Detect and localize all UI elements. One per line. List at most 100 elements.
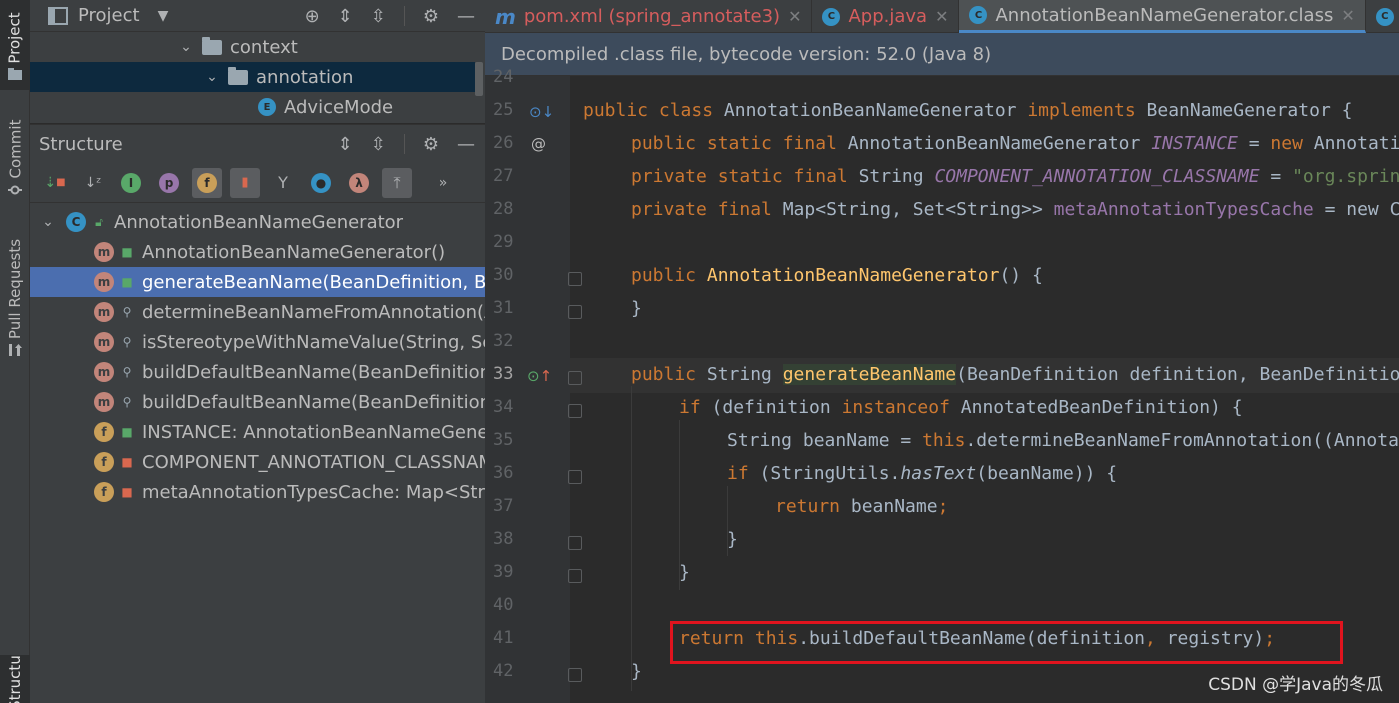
method-icon: m [94, 392, 114, 412]
fold-marker[interactable] [568, 668, 582, 682]
annotation-gutter-icon[interactable]: @ [531, 135, 546, 153]
tree-item-annotation[interactable]: ⌄ annotation [30, 62, 475, 92]
chevron-down-icon[interactable]: ⌄ [202, 69, 222, 85]
folder-icon [8, 68, 22, 80]
minimize-icon[interactable]: — [457, 134, 475, 155]
more-icon[interactable]: » [428, 168, 458, 198]
sort-alphabetically-icon[interactable]: ↓ᶻ [78, 168, 108, 198]
line-number: 37 [493, 496, 514, 516]
structure-member[interactable]: f ■ metaAnnotationTypesCache: Map<String… [30, 477, 485, 507]
line-number: 38 [493, 529, 514, 549]
tree-item-advicemode[interactable]: E AdviceMode [258, 92, 393, 122]
pull-requests-tool-tab[interactable]: Pull Requests [0, 230, 30, 365]
folder-icon [228, 66, 248, 85]
line-number: 41 [493, 628, 514, 648]
structure-member[interactable]: m ⚲ buildDefaultBeanName(BeanDefinition)… [30, 387, 485, 417]
line-number: 24 [493, 67, 514, 87]
structure-tool-tab[interactable]: Structure [0, 655, 30, 703]
structure-member-label: buildDefaultBeanName(BeanDefinition, Bea… [142, 361, 485, 383]
close-icon[interactable]: ✕ [788, 7, 801, 26]
chevron-down-icon[interactable]: ▼ [158, 8, 169, 24]
fold-marker[interactable] [568, 536, 582, 550]
tab-app-java[interactable]: C App.java ✕ [812, 0, 960, 33]
code-line-42: } [631, 661, 642, 682]
chevron-down-icon[interactable]: ⌄ [38, 214, 58, 230]
structure-panel-title: Structure [39, 133, 123, 155]
line-number: 39 [493, 562, 514, 582]
locate-icon[interactable]: ⊕ [305, 6, 320, 27]
line-number: 25 [493, 100, 514, 120]
tree-item-context[interactable]: ⌄ context [176, 32, 298, 62]
method-icon: m [94, 272, 114, 292]
structure-member[interactable]: m ⚲ determineBeanNameFromAnnotation(Anno… [30, 297, 485, 327]
structure-panel-actions: ⇕ ⇳ ⚙ — [338, 125, 475, 163]
autoscroll-from-source-icon[interactable]: ⤒ [382, 167, 412, 198]
highlight-box [670, 621, 1343, 664]
line-number: 27 [493, 166, 514, 186]
project-panel-actions: ⊕ ⇕ ⇳ ⚙ — [305, 0, 475, 32]
expand-all-icon[interactable]: ⇕ [338, 134, 353, 155]
expand-all-icon[interactable]: ⇕ [338, 6, 353, 27]
package-visibility-icon: ⚲ [122, 305, 132, 319]
project-view-icon [48, 6, 68, 25]
tab-label: pom.xml (spring_annotate3) [523, 6, 781, 27]
public-visibility-icon: 🔓︎ [95, 214, 103, 229]
tab-overflow[interactable]: C [1366, 0, 1399, 33]
gear-icon[interactable]: ⚙ [423, 134, 439, 155]
structure-member-selected[interactable]: m ■ generateBeanName(BeanDefinition, Bea… [30, 267, 485, 297]
project-tool-tab[interactable]: Project [0, 0, 30, 90]
show-properties-icon[interactable]: p [154, 168, 184, 198]
structure-member-label: INSTANCE: AnnotationBeanNameGenerator [142, 421, 485, 443]
tab-pom-xml[interactable]: m pom.xml (spring_annotate3) ✕ [485, 0, 813, 33]
sort-by-visibility-icon[interactable]: ⇣ ■ [40, 168, 70, 198]
override-gutter-icon[interactable]: ⊙↑ [527, 367, 552, 385]
code-editor[interactable]: public class AnnotationBeanNameGenerator… [570, 76, 1399, 703]
project-scrollbar[interactable] [475, 62, 483, 96]
structure-member-label: metaAnnotationTypesCache: Map<String, Se… [142, 481, 485, 503]
fold-marker[interactable] [568, 305, 582, 319]
code-line-28: private final Map<String, Set<String>> m… [631, 199, 1399, 220]
implements-gutter-icon[interactable]: ⊙↓ [529, 103, 554, 121]
code-line-34: if (definition instanceof AnnotatedBeanD… [679, 397, 1243, 418]
structure-root[interactable]: ⌄ C 🔓︎ AnnotationBeanNameGenerator [30, 207, 485, 237]
minimize-icon[interactable]: — [457, 6, 475, 27]
toolbar-divider [403, 6, 405, 26]
line-number: 35 [493, 430, 514, 450]
structure-member[interactable]: m ⚲ buildDefaultBeanName(BeanDefinition,… [30, 357, 485, 387]
field-icon: f [94, 452, 114, 472]
show-non-public-icon[interactable]: ▮ [230, 167, 260, 198]
commit-tool-tab[interactable]: Commit [0, 112, 30, 202]
structure-member[interactable]: m ■ AnnotationBeanNameGenerator() [30, 237, 485, 267]
code-line-37: return beanName; [775, 496, 949, 517]
enum-icon: E [258, 98, 276, 116]
close-icon[interactable]: ✕ [1341, 6, 1354, 25]
commit-icon [8, 185, 22, 195]
gear-icon[interactable]: ⚙ [423, 6, 439, 27]
structure-member[interactable]: f ■ INSTANCE: AnnotationBeanNameGenerato… [30, 417, 485, 447]
structure-member-label: AnnotationBeanNameGenerator() [142, 241, 446, 263]
fold-marker[interactable] [568, 569, 582, 583]
fold-marker[interactable] [568, 404, 582, 418]
show-anonymous-icon[interactable]: Y [268, 168, 298, 198]
class-icon: C [1375, 7, 1394, 26]
fold-marker[interactable] [568, 470, 582, 484]
code-line-38: } [727, 529, 738, 550]
collapse-all-icon[interactable]: ⇳ [371, 6, 386, 27]
structure-member-label: determineBeanNameFromAnnotation(Annotate… [142, 301, 485, 323]
close-icon[interactable]: ✕ [935, 7, 948, 26]
structure-member[interactable]: f ■ COMPONENT_ANNOTATION_CLASSNAME: Stri… [30, 447, 485, 477]
fold-marker[interactable] [568, 371, 582, 385]
collapse-all-icon[interactable]: ⇳ [371, 134, 386, 155]
chevron-down-icon[interactable]: ⌄ [176, 39, 196, 55]
lambda-icon[interactable]: λ [344, 168, 374, 198]
show-lambdas-icon[interactable]: ● [306, 168, 336, 198]
package-visibility-icon: ⚲ [122, 335, 132, 349]
private-visibility-icon: ■ [121, 485, 133, 499]
code-line-30: public AnnotationBeanNameGenerator() { [631, 265, 1043, 286]
tab-annotation-bean-name-generator[interactable]: C AnnotationBeanNameGenerator.class ✕ [959, 0, 1366, 33]
structure-member[interactable]: m ⚲ isStereotypeWithNameValue(String, Se… [30, 327, 485, 357]
project-panel: Project ▼ ⊕ ⇕ ⇳ ⚙ — ⌄ context ⌄ annotati… [30, 0, 485, 123]
show-fields-icon[interactable]: f [192, 167, 222, 198]
show-inherited-icon[interactable]: I [116, 168, 146, 198]
fold-marker[interactable] [568, 272, 582, 286]
